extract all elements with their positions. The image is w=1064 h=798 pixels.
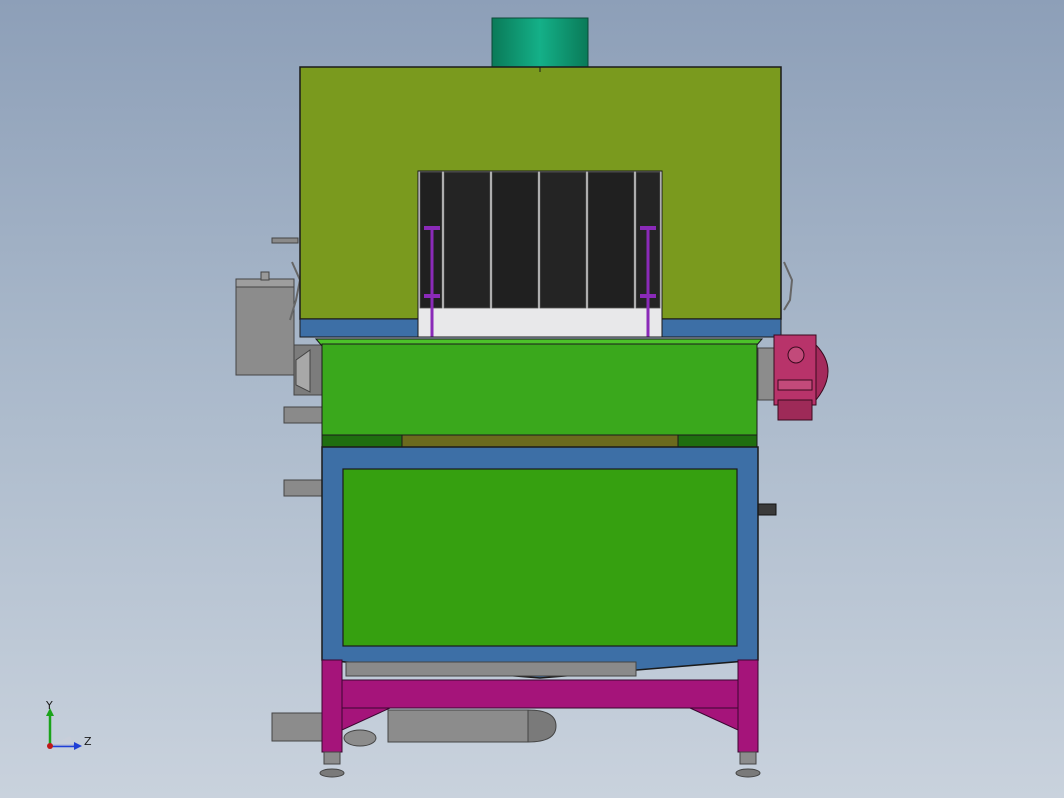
drive-motor xyxy=(757,334,829,421)
right-valve xyxy=(757,503,777,516)
tunnel-opening xyxy=(417,170,663,338)
conveyor-section xyxy=(314,338,764,448)
machine-front-view[interactable] xyxy=(0,0,1064,798)
curtain-strips xyxy=(419,171,661,309)
exhaust-fan-housing xyxy=(491,17,589,69)
right-latch xyxy=(783,261,794,311)
left-pipes xyxy=(283,406,325,497)
triad-z-label: Z xyxy=(84,735,92,748)
orientation-triad xyxy=(46,708,82,750)
water-tank xyxy=(321,446,759,679)
triad-y-label: Y xyxy=(46,699,53,712)
cad-graphics-viewport[interactable]: Y Z xyxy=(0,0,1064,798)
